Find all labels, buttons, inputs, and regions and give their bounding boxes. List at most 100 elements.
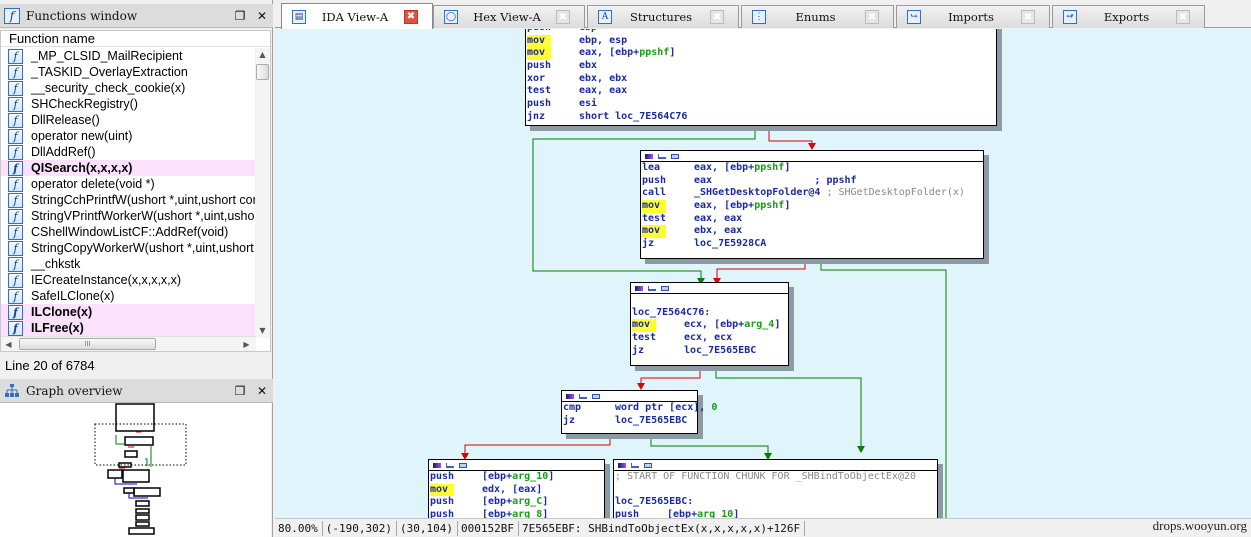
function-list-item[interactable]: f StringVPrintfWorkerW(ushort *,uint,usho… bbox=[1, 208, 256, 224]
text-view-icon[interactable] bbox=[671, 153, 679, 159]
ida-graph-view[interactable]: pushebpmovebp, espmoveax, [ebp+ppshf]pus… bbox=[275, 29, 1251, 518]
mnemonic: test bbox=[632, 332, 657, 344]
text-view-icon[interactable] bbox=[592, 393, 600, 399]
node-header-icons bbox=[641, 151, 983, 162]
float-window-icon[interactable]: ❐ bbox=[229, 9, 251, 23]
code-block-push-args[interactable]: push [ebp+arg_10] mov edx, [eax] push [ebp+ar… bbox=[428, 459, 605, 518]
function-list-item[interactable]: f __chkstk bbox=[1, 256, 256, 272]
mnemonic: test bbox=[527, 85, 552, 97]
node-header-icons bbox=[429, 460, 604, 471]
color-icon[interactable] bbox=[618, 462, 626, 468]
close-tab-icon[interactable]: ✖ bbox=[556, 10, 570, 24]
scroll-right-arrow[interactable]: ▶ bbox=[239, 337, 254, 352]
color-icon[interactable] bbox=[566, 393, 574, 399]
status-bar: 80.00% (-190,302) (30,104) 000152BF 7E56… bbox=[275, 518, 1251, 537]
function-list-item[interactable]: f QISearch(x,x,x,x) bbox=[1, 160, 256, 176]
location-label[interactable]: loc_7E564C76: bbox=[631, 307, 788, 320]
graph-icon[interactable] bbox=[658, 153, 666, 159]
overview-node bbox=[133, 487, 161, 497]
code-block-shgetdesktopfolder[interactable]: lea eax, [ebp+ppshf] push eax ; ppshf call _S… bbox=[640, 150, 984, 259]
tab-imports[interactable]: ↪ Imports ✖ bbox=[896, 5, 1050, 28]
graph-icon[interactable] bbox=[631, 462, 639, 468]
function-icon: f bbox=[8, 112, 23, 128]
mnemonic: push bbox=[642, 174, 667, 186]
text-view-icon[interactable] bbox=[459, 462, 467, 468]
horizontal-scrollbar[interactable]: ◀ III ▶ bbox=[1, 336, 256, 351]
mnemonic: lea bbox=[642, 162, 661, 173]
scroll-up-arrow[interactable]: ▲ bbox=[255, 48, 270, 62]
edge-false bbox=[640, 366, 701, 384]
function-list-item[interactable]: f SafeILClone(x) bbox=[1, 288, 256, 304]
color-icon[interactable] bbox=[635, 285, 643, 291]
function-list-item[interactable]: f operator new(uint) bbox=[1, 128, 256, 144]
function-list-item[interactable]: f CShellWindowListCF::AddRef(void) bbox=[1, 224, 256, 240]
function-list-item[interactable]: f _TASKID_OverlayExtraction bbox=[1, 64, 256, 80]
code-block-entry[interactable]: pushebpmovebp, espmoveax, [ebp+ppshf]pus… bbox=[525, 29, 997, 126]
overview-node bbox=[124, 436, 154, 446]
graph-icon[interactable] bbox=[446, 462, 454, 468]
operand: ] bbox=[784, 200, 791, 212]
close-tab-icon[interactable]: ✖ bbox=[710, 10, 724, 24]
tab-label: Hex View-A bbox=[473, 10, 541, 24]
function-list-item[interactable]: f operator delete(void *) bbox=[1, 176, 256, 192]
function-list-item[interactable]: f DllAddRef() bbox=[1, 144, 256, 160]
tab-hex-view-a[interactable]: ◯ Hex View-A ✖ bbox=[433, 5, 585, 28]
tab-ida-view-a[interactable]: ▤ IDA View-A ✖ bbox=[281, 3, 433, 29]
scroll-left-arrow[interactable]: ◀ bbox=[1, 337, 16, 352]
tab-exports[interactable]: ↫ Exports ✖ bbox=[1052, 5, 1205, 28]
tab-enums[interactable]: ⋮ Enums ✖ bbox=[741, 5, 894, 28]
scroll-thumb[interactable] bbox=[256, 64, 269, 80]
close-tab-icon[interactable]: ✖ bbox=[1021, 10, 1035, 24]
functions-rows: f _MP_CLSID_MailRecipient f _TASKID_Overlay… bbox=[1, 48, 256, 336]
graph-overview-minimap bbox=[94, 403, 187, 535]
function-list-item[interactable]: f StringCchPrintfW(ushort *,uint,ushort c… bbox=[1, 192, 256, 208]
mnemonic: jz bbox=[563, 414, 576, 426]
graph-overview-canvas[interactable] bbox=[0, 403, 271, 537]
graph-overview-titlebar[interactable]: Graph overview ❐ ✕ bbox=[0, 379, 273, 403]
instruction-line: push [ebp+arg_8] bbox=[429, 509, 604, 518]
code-block-loc-7e564c76[interactable]: loc_7E564C76: mov ecx, [ebp+arg_4] test ecx,… bbox=[630, 282, 789, 366]
edge-arrowhead bbox=[808, 143, 816, 150]
float-window-icon[interactable]: ❐ bbox=[229, 384, 251, 398]
graph-icon[interactable] bbox=[579, 393, 587, 399]
close-tab-icon[interactable]: ✖ bbox=[404, 9, 418, 24]
color-icon[interactable] bbox=[645, 153, 653, 159]
instruction-line: mov eax, [ebp+ppshf] bbox=[526, 47, 996, 61]
operand: eax, [ebp+ bbox=[579, 47, 640, 59]
text-view-icon[interactable] bbox=[661, 285, 669, 291]
variable: ppshf bbox=[639, 47, 670, 59]
edge-true bbox=[715, 366, 862, 447]
graph-icon[interactable] bbox=[648, 285, 656, 291]
function-list-item[interactable]: f ILClone(x) bbox=[1, 304, 256, 320]
functions-line-status: Line 20 of 6784 bbox=[5, 358, 95, 373]
tab-structures[interactable]: A Structures ✖ bbox=[587, 5, 739, 28]
function-list-item[interactable]: f IECreateInstance(x,x,x,x,x) bbox=[1, 272, 256, 288]
text-view-icon[interactable] bbox=[644, 462, 652, 468]
functions-window-titlebar[interactable]: f Functions window ❐ ✕ bbox=[0, 4, 273, 28]
close-tab-icon[interactable]: ✖ bbox=[865, 10, 879, 24]
close-icon[interactable]: ✕ bbox=[251, 384, 273, 398]
scroll-down-arrow[interactable]: ▼ bbox=[255, 324, 270, 338]
edge-true bbox=[650, 434, 769, 454]
close-tab-icon[interactable]: ✖ bbox=[1176, 10, 1190, 24]
column-header-function-name[interactable]: Function name bbox=[1, 31, 270, 47]
imports-icon: ↪ bbox=[907, 10, 921, 24]
vertical-scrollbar[interactable]: ▲ ▼ bbox=[255, 48, 270, 338]
function-list-item[interactable]: f StringCopyWorkerW(ushort *,uint,ushort … bbox=[1, 240, 256, 256]
location-label[interactable]: loc_7E565EBC: bbox=[614, 496, 937, 509]
function-list-item[interactable]: f SHCheckRegistry() bbox=[1, 96, 256, 112]
close-icon[interactable]: ✕ bbox=[251, 9, 273, 23]
instruction-line: push [ebp+arg_10] bbox=[429, 471, 604, 484]
operand: 0 bbox=[711, 402, 718, 413]
function-list-item[interactable]: f ILFree(x) bbox=[1, 320, 256, 336]
code-block-cmp[interactable]: cmp word ptr [ecx], 0 jz loc_7E565EBC bbox=[561, 390, 717, 434]
operand: ] bbox=[774, 319, 781, 331]
mnemonic: jnz bbox=[527, 110, 546, 122]
color-icon[interactable] bbox=[433, 462, 441, 468]
code-block-function-chunk[interactable]: ; START OF FUNCTION CHUNK FOR _SHBindToO… bbox=[613, 459, 938, 518]
function-icon: f bbox=[8, 144, 23, 160]
function-list-item[interactable]: f _MP_CLSID_MailRecipient bbox=[1, 48, 256, 64]
hscroll-thumb[interactable]: III bbox=[19, 338, 156, 350]
function-list-item[interactable]: f DllRelease() bbox=[1, 112, 256, 128]
function-list-item[interactable]: f __security_check_cookie(x) bbox=[1, 80, 256, 96]
